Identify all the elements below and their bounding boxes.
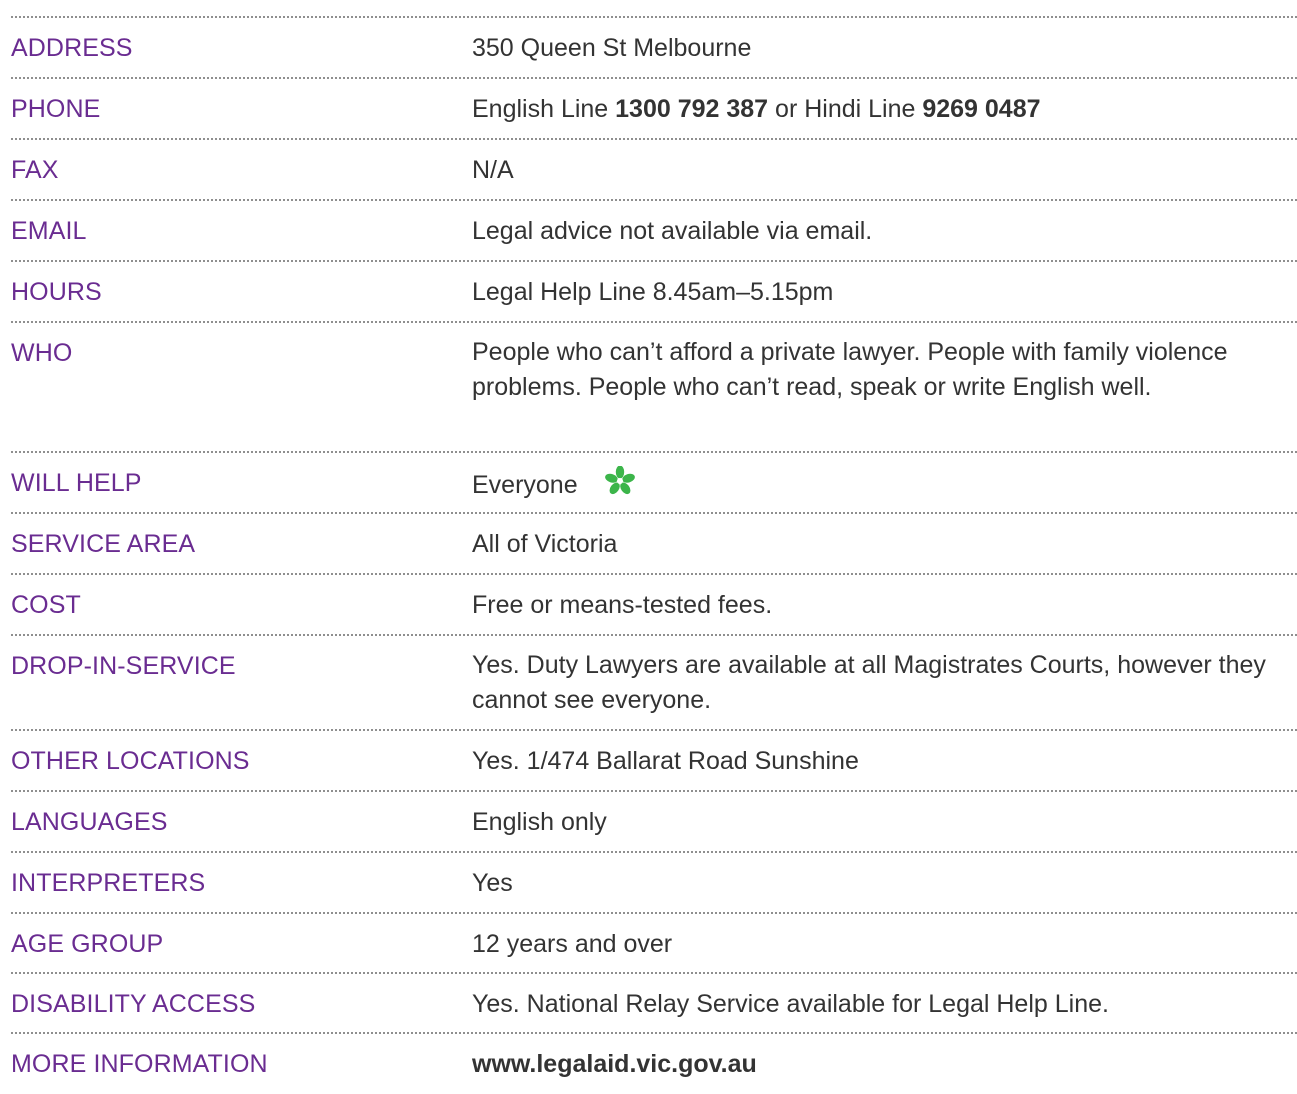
row-value: 12 years and over — [472, 930, 673, 958]
english-line-number: 1300 792 387 — [615, 95, 769, 123]
row-value: Yes. Duty Lawyers are available at all M… — [472, 651, 1266, 714]
row-label: WILL HELP — [11, 469, 142, 497]
row-value: English only — [472, 808, 607, 836]
row-label: COST — [11, 591, 81, 619]
row-value: Yes — [472, 869, 513, 897]
row-more-information: MORE INFORMATION www.legalaid.vic.gov.au — [11, 1034, 1297, 1094]
row-value: Everyone — [472, 465, 1292, 505]
row-will-help: WILL HELP Everyone — [11, 453, 1297, 514]
row-languages: LANGUAGES English only — [11, 792, 1297, 853]
green-flower-icon — [602, 465, 638, 503]
row-disability-access: DISABILITY ACCESS Yes. National Relay Se… — [11, 974, 1297, 1034]
row-label: DISABILITY ACCESS — [11, 990, 256, 1018]
row-value: N/A — [472, 156, 514, 184]
row-service-area: SERVICE AREA All of Victoria — [11, 514, 1297, 575]
row-label: OTHER LOCATIONS — [11, 747, 250, 775]
top-divider — [11, 0, 1297, 18]
row-value: Legal advice not available via email. — [472, 217, 873, 245]
row-label: ADDRESS — [11, 34, 133, 62]
row-email: EMAIL Legal advice not available via ema… — [11, 201, 1297, 262]
row-label: INTERPRETERS — [11, 869, 206, 897]
row-label: AGE GROUP — [11, 930, 164, 958]
row-label: FAX — [11, 156, 59, 184]
row-interpreters: INTERPRETERS Yes — [11, 853, 1297, 914]
phone-prefix: English Line — [472, 95, 616, 123]
website-link[interactable]: www.legalaid.vic.gov.au — [472, 1050, 757, 1078]
row-age-group: AGE GROUP 12 years and over — [11, 914, 1297, 974]
row-label: HOURS — [11, 278, 102, 306]
row-label: MORE INFORMATION — [11, 1050, 268, 1078]
service-info-table: ADDRESS 350 Queen St Melbourne PHONE Eng… — [11, 0, 1297, 1094]
phone-middle: or Hindi Line — [768, 95, 923, 123]
row-value: English Line 1300 792 387 or Hindi Line … — [472, 94, 1292, 124]
row-hours: HOURS Legal Help Line 8.45am–5.15pm — [11, 262, 1297, 323]
row-drop-in-service: DROP-IN-SERVICE Yes. Duty Lawyers are av… — [11, 636, 1297, 731]
row-value: Free or means-tested fees. — [472, 591, 773, 619]
hindi-line-number: 9269 0487 — [922, 95, 1041, 123]
row-label: SERVICE AREA — [11, 530, 196, 558]
will-help-text: Everyone — [472, 471, 578, 500]
row-value: www.legalaid.vic.gov.au — [472, 1049, 1292, 1079]
row-who: WHO People who can’t afford a private la… — [11, 323, 1297, 453]
row-label: DROP-IN-SERVICE — [11, 652, 236, 680]
row-label: WHO — [11, 339, 73, 367]
row-value: Legal Help Line 8.45am–5.15pm — [472, 278, 834, 306]
row-other-locations: OTHER LOCATIONS Yes. 1/474 Ballarat Road… — [11, 731, 1297, 792]
row-value: Yes. National Relay Service available fo… — [472, 990, 1109, 1018]
row-fax: FAX N/A — [11, 140, 1297, 201]
row-label: LANGUAGES — [11, 808, 168, 836]
row-value: 350 Queen St Melbourne — [472, 34, 752, 62]
row-cost: COST Free or means-tested fees. — [11, 575, 1297, 636]
row-label: PHONE — [11, 95, 101, 123]
row-value: Yes. 1/474 Ballarat Road Sunshine — [472, 747, 859, 775]
row-value: People who can’t afford a private lawyer… — [472, 338, 1228, 401]
row-label: EMAIL — [11, 217, 87, 245]
row-value: All of Victoria — [472, 530, 618, 558]
row-phone: PHONE English Line 1300 792 387 or Hindi… — [11, 79, 1297, 140]
row-address: ADDRESS 350 Queen St Melbourne — [11, 18, 1297, 79]
